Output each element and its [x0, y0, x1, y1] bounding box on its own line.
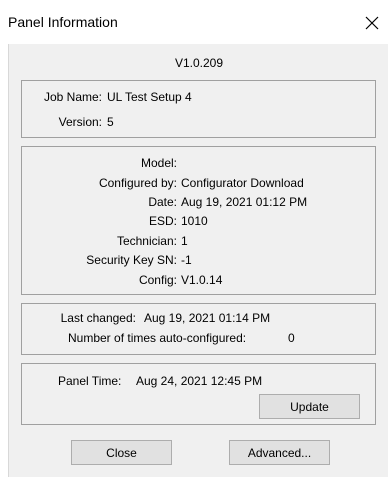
- title-bar: Panel Information: [0, 0, 388, 44]
- config-label: Config:: [138, 273, 177, 287]
- close-window-button[interactable]: [358, 9, 386, 37]
- configured-by-value: Configurator Download: [181, 176, 304, 190]
- last-changed-value: Aug 19, 2021 01:14 PM: [144, 311, 271, 325]
- autoconfig-label: Number of times auto-configured:: [68, 331, 247, 345]
- config-value: V1.0.14: [181, 273, 223, 287]
- close-button[interactable]: Close: [71, 440, 172, 465]
- close-icon: [365, 16, 379, 30]
- job-version-value: 5: [107, 115, 114, 129]
- details-group: Model: Configured by: Configurator Downl…: [21, 146, 376, 295]
- configured-by-label: Configured by:: [98, 176, 177, 190]
- esd-value: 1010: [181, 214, 208, 228]
- model-label: Model:: [140, 156, 177, 170]
- advanced-button[interactable]: Advanced...: [229, 440, 330, 465]
- update-button[interactable]: Update: [259, 394, 360, 419]
- app-version: V1.0.209: [174, 56, 224, 70]
- autoconfig-value: 0: [288, 331, 295, 345]
- technician-label: Technician:: [116, 234, 177, 248]
- job-name-value: UL Test Setup 4: [107, 90, 192, 104]
- date-value: Aug 19, 2021 01:12 PM: [181, 195, 308, 209]
- last-changed-label: Last changed:: [60, 311, 136, 325]
- technician-value: 1: [181, 234, 188, 248]
- panel-time-group: Panel Time: Aug 24, 2021 12:45 PM Update: [21, 363, 376, 425]
- panel-time-label: Panel Time:: [58, 374, 122, 388]
- job-group: Job Name: UL Test Setup 4 Version: 5: [21, 80, 376, 138]
- window-title: Panel Information: [8, 14, 118, 30]
- security-key-label: Security Key SN:: [86, 253, 177, 267]
- job-name-label: Job Name:: [43, 90, 102, 104]
- change-history-group: Last changed: Aug 19, 2021 01:14 PM Numb…: [21, 303, 376, 355]
- dialog-body: V1.0.209 Job Name: UL Test Setup 4 Versi…: [8, 44, 388, 477]
- job-version-label: Version:: [58, 115, 102, 129]
- panel-time-value: Aug 24, 2021 12:45 PM: [136, 374, 263, 388]
- security-key-value: -1: [181, 253, 192, 267]
- date-label: Date:: [148, 195, 177, 209]
- esd-label: ESD:: [148, 214, 177, 228]
